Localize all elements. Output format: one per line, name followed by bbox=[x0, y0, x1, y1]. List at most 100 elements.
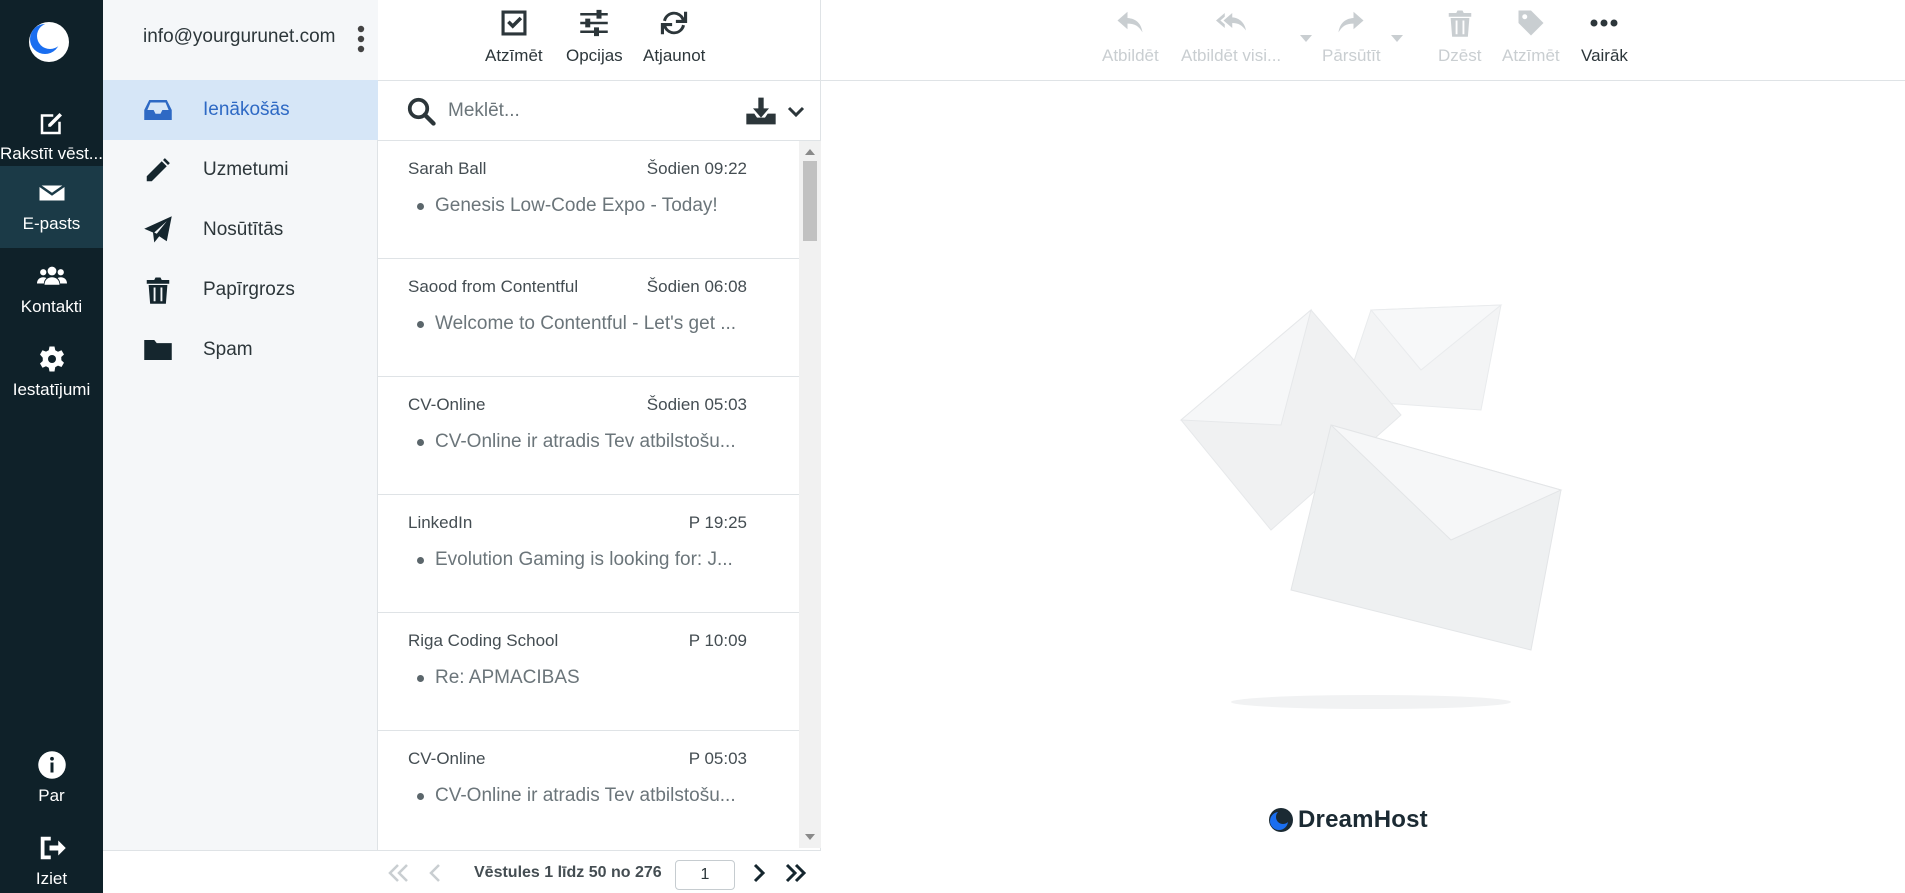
forward-label: Pārsūtīt bbox=[1322, 46, 1381, 65]
nav-about[interactable]: Par bbox=[0, 738, 103, 820]
message-sender: CV-Online bbox=[408, 395, 486, 414]
reply-all-label: Atbildēt visi... bbox=[1181, 46, 1282, 65]
message-sender: LinkedIn bbox=[408, 513, 473, 532]
unread-dot bbox=[417, 675, 424, 682]
unread-dot bbox=[417, 793, 424, 800]
folder-inbox-label: Ienākošās bbox=[203, 99, 290, 120]
folder-trash-label: Papīrgrozs bbox=[203, 279, 295, 300]
illustration-shadow bbox=[1231, 695, 1511, 709]
refresh-label: Atjaunot bbox=[643, 46, 706, 65]
double-chevron-left-icon bbox=[388, 864, 408, 882]
message-date: P 10:09 bbox=[688, 631, 747, 650]
preview-toolbar: Atbildēt Atbildēt visi... Pārsūtīt Dzēst… bbox=[821, 0, 1905, 81]
contacts-icon bbox=[36, 266, 67, 285]
scroll-down-arrow[interactable] bbox=[805, 834, 815, 840]
inbox-icon bbox=[144, 100, 172, 120]
folder-sent[interactable]: Nosūtītās bbox=[103, 200, 378, 260]
chevron-right-icon bbox=[753, 863, 766, 883]
empty-mailbox-illustration bbox=[1179, 304, 1563, 709]
message-row[interactable]: Sarah Ball Šodien 09:22 Genesis Low-Code… bbox=[378, 141, 799, 259]
page-number-input[interactable] bbox=[675, 860, 735, 890]
dreamhost-brand: DreamHost bbox=[1268, 806, 1428, 834]
reply-icon bbox=[1117, 11, 1143, 33]
folder-trash[interactable]: Papīrgrozs bbox=[103, 260, 378, 320]
dreamhost-logo[interactable] bbox=[27, 20, 71, 64]
nav-contacts-label: Kontakti bbox=[20, 297, 83, 316]
webmail-app: Rakstīt vēst... E-pasts Kontakti Iestatī… bbox=[0, 0, 1905, 893]
message-sender: Riga Coding School bbox=[408, 631, 559, 650]
envelope-icon bbox=[38, 184, 65, 201]
refresh-button[interactable]: Atjaunot bbox=[643, 8, 705, 66]
message-date: P 05:03 bbox=[688, 749, 747, 768]
search-bar bbox=[378, 81, 821, 141]
message-date: Šodien 06:08 bbox=[646, 277, 747, 296]
nav-settings[interactable]: Iestatījumi bbox=[0, 332, 103, 414]
folder-panel: info@yourgurunet.com Ienākošās Uzmetumi … bbox=[103, 0, 378, 893]
reply-all-button[interactable]: Atbildēt visi... bbox=[1181, 8, 1281, 66]
forward-dropdown[interactable] bbox=[1391, 35, 1403, 42]
message-sender: Sarah Ball bbox=[408, 159, 487, 178]
mark-button[interactable]: Atzīmēt bbox=[1502, 8, 1560, 66]
message-row[interactable]: LinkedIn P 19:25 Evolution Gaming is loo… bbox=[378, 495, 799, 613]
download-icon[interactable] bbox=[745, 95, 777, 127]
search-icon[interactable] bbox=[406, 96, 436, 126]
chevron-down-icon[interactable] bbox=[787, 103, 805, 121]
message-subject: CV-Online ir atradis Tev atbilstošu... bbox=[435, 785, 736, 806]
message-row[interactable]: Riga Coding School P 10:09 Re: APMACIBAS bbox=[378, 613, 799, 731]
chevron-left-icon bbox=[429, 864, 440, 882]
list-toolbar: Atzīmēt Opcijas Atjaunot bbox=[378, 0, 821, 81]
folder-inbox[interactable]: Ienākošās bbox=[103, 80, 378, 140]
prev-page-button[interactable] bbox=[423, 861, 449, 885]
pagination-text: Vēstules 1 līdz 50 no 276 bbox=[474, 864, 662, 881]
more-label: Vairāk bbox=[1581, 46, 1628, 65]
mark-label: Atzīmēt bbox=[1502, 46, 1560, 65]
main-navigation: Rakstīt vēst... E-pasts Kontakti Iestatī… bbox=[0, 0, 103, 893]
message-row[interactable]: CV-Online P 05:03 CV-Online ir atradis T… bbox=[378, 731, 799, 848]
more-button[interactable]: Vairāk bbox=[1581, 8, 1628, 66]
last-page-button[interactable] bbox=[783, 861, 809, 885]
account-email: info@yourgurunet.com bbox=[143, 26, 336, 47]
reply-all-icon bbox=[1216, 13, 1247, 31]
reply-all-dropdown[interactable] bbox=[1300, 35, 1312, 42]
search-input[interactable] bbox=[448, 95, 688, 127]
unread-dot bbox=[417, 439, 424, 446]
message-list-panel: Atzīmēt Opcijas Atjaunot Sarah Ball Šodi… bbox=[378, 0, 821, 893]
checkbox-icon bbox=[501, 10, 527, 36]
unread-dot bbox=[417, 557, 424, 564]
message-preview: Atbildēt Atbildēt visi... Pārsūtīt Dzēst… bbox=[821, 0, 1905, 893]
reply-button[interactable]: Atbildēt bbox=[1102, 8, 1159, 66]
nav-contacts[interactable]: Kontakti bbox=[0, 249, 103, 331]
folder-icon bbox=[144, 340, 172, 360]
message-row[interactable]: CV-Online Šodien 05:03 CV-Online ir atra… bbox=[378, 377, 799, 495]
account-menu-icon[interactable] bbox=[356, 24, 366, 54]
forward-button[interactable]: Pārsūtīt bbox=[1322, 8, 1381, 66]
scroll-up-arrow[interactable] bbox=[805, 149, 815, 155]
more-dots-icon bbox=[1590, 19, 1618, 27]
message-sender: Saood from Contentful bbox=[408, 277, 579, 296]
double-chevron-right-icon bbox=[785, 863, 807, 883]
message-row[interactable]: Saood from Contentful Šodien 06:08 Welco… bbox=[378, 259, 799, 377]
forward-icon bbox=[1338, 11, 1364, 33]
nav-email[interactable]: E-pasts bbox=[0, 166, 103, 248]
first-page-button[interactable] bbox=[386, 861, 412, 885]
options-label: Opcijas bbox=[566, 46, 623, 65]
message-subject: Welcome to Contentful - Let's get ... bbox=[435, 313, 737, 334]
scroll-thumb[interactable] bbox=[803, 161, 817, 241]
nav-about-label: Par bbox=[38, 786, 65, 805]
delete-button[interactable]: Dzēst bbox=[1438, 8, 1481, 66]
options-button[interactable]: Opcijas bbox=[566, 8, 623, 66]
folder-panel-footer bbox=[103, 850, 378, 893]
folder-spam[interactable]: Spam bbox=[103, 320, 378, 380]
folder-drafts[interactable]: Uzmetumi bbox=[103, 140, 378, 200]
delete-label: Dzēst bbox=[1438, 46, 1482, 65]
nav-logout[interactable]: Iziet bbox=[0, 821, 103, 893]
next-page-button[interactable] bbox=[746, 861, 772, 885]
message-subject: Evolution Gaming is looking for: J... bbox=[435, 549, 733, 570]
message-list-scrollbar[interactable] bbox=[799, 141, 821, 848]
message-subject: CV-Online ir atradis Tev atbilstošu... bbox=[435, 431, 736, 452]
folder-drafts-label: Uzmetumi bbox=[203, 159, 289, 180]
message-date: Šodien 09:22 bbox=[646, 159, 747, 178]
select-button[interactable]: Atzīmēt bbox=[485, 8, 543, 66]
nav-compose-label: Rakstīt vēst... bbox=[0, 144, 103, 163]
message-subject: Genesis Low-Code Expo - Today! bbox=[435, 195, 718, 216]
